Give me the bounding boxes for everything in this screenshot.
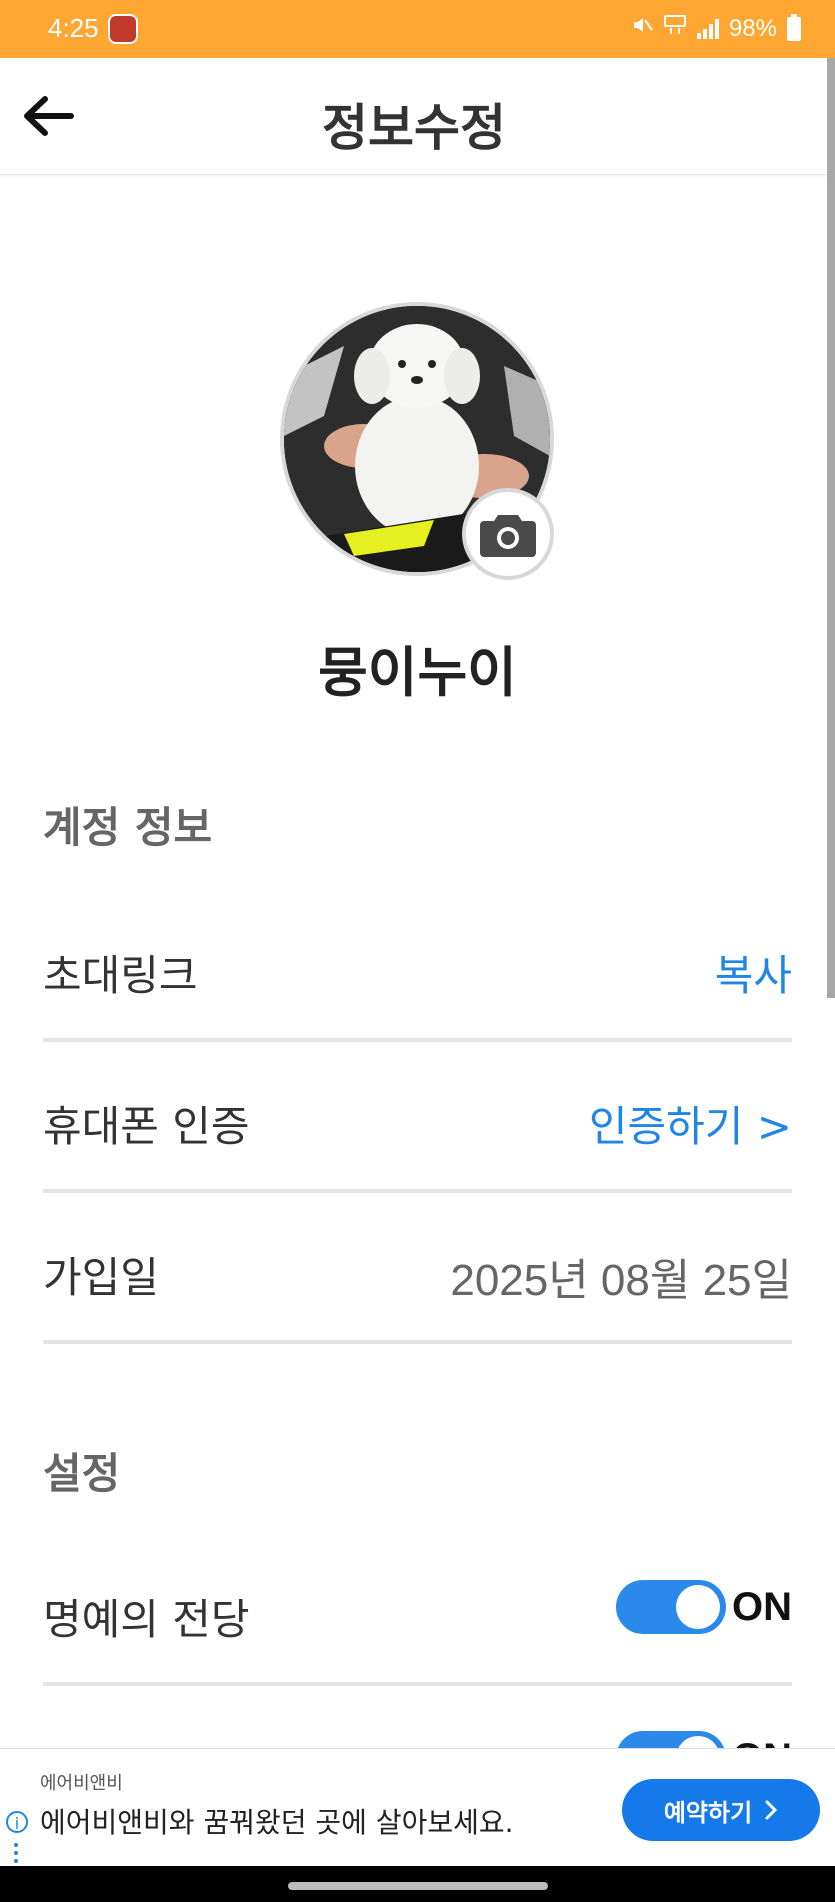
ad-cta-button[interactable]: 예약하기 bbox=[622, 1779, 820, 1841]
join-date-value: 2025년 08월 25일 bbox=[450, 1256, 792, 1305]
hall-of-fame-toggle-wrap: ON bbox=[616, 1580, 792, 1634]
copy-invite-link-button[interactable]: 복사 bbox=[715, 942, 792, 1003]
notification-app-icon bbox=[108, 14, 138, 44]
status-bar: 4:25 98% bbox=[0, 0, 835, 58]
signal-icon bbox=[696, 18, 719, 39]
invite-link-row: 초대링크 복사 bbox=[43, 892, 792, 1042]
ad-brand: 에어비앤비 bbox=[40, 1773, 123, 1794]
hall-of-fame-label: 명예의 전당 bbox=[43, 1595, 250, 1644]
toggle-knob bbox=[676, 1585, 720, 1629]
ad-cta-label: 예약하기 bbox=[663, 1798, 753, 1827]
account-section-title: 계정 정보 bbox=[43, 803, 213, 852]
settings-section-title: 설정 bbox=[43, 1449, 121, 1498]
verify-phone-button[interactable]: 인증하기 > bbox=[589, 1093, 792, 1154]
system-nav-bar bbox=[0, 1866, 835, 1902]
lte-icon bbox=[663, 13, 687, 44]
hall-of-fame-row: 명예의 전당 ON bbox=[43, 1536, 792, 1686]
phone-verification-row[interactable]: 휴대폰 인증 인증하기 > bbox=[43, 1043, 792, 1193]
status-time: 4:25 bbox=[48, 13, 99, 43]
home-gesture-handle[interactable] bbox=[288, 1882, 548, 1890]
mute-icon bbox=[631, 14, 653, 43]
more-options-icon[interactable] bbox=[14, 1843, 18, 1867]
join-date-label: 가입일 bbox=[43, 1253, 159, 1302]
nickname: 뭉이누이 bbox=[318, 641, 517, 704]
battery-percent: 98% bbox=[728, 14, 777, 42]
status-icons: 98% bbox=[631, 13, 801, 44]
page-title: 정보수정 bbox=[322, 99, 506, 157]
camera-icon bbox=[480, 515, 536, 557]
app-header: 정보수정 bbox=[0, 58, 828, 175]
invite-link-label: 초대링크 bbox=[43, 951, 198, 1000]
battery-icon bbox=[787, 13, 801, 41]
hall-of-fame-toggle[interactable] bbox=[616, 1580, 726, 1634]
ad-text: 에어비앤비와 꿈꿔왔던 곳에 살아보세요. bbox=[40, 1806, 514, 1839]
profile-avatar-container bbox=[280, 302, 554, 580]
chevron-right-icon bbox=[765, 1800, 778, 1820]
change-photo-button[interactable] bbox=[462, 488, 554, 580]
phone-verification-label: 휴대폰 인증 bbox=[43, 1102, 250, 1151]
hall-of-fame-toggle-state: ON bbox=[732, 1584, 792, 1629]
join-date-row: 가입일 2025년 08월 25일 bbox=[43, 1194, 792, 1344]
scrollbar[interactable] bbox=[827, 58, 835, 998]
ad-banner[interactable]: i 에어비앤비 에어비앤비와 꿈꿔왔던 곳에 살아보세요. 예약하기 bbox=[0, 1748, 835, 1867]
info-icon[interactable]: i bbox=[6, 1811, 28, 1833]
